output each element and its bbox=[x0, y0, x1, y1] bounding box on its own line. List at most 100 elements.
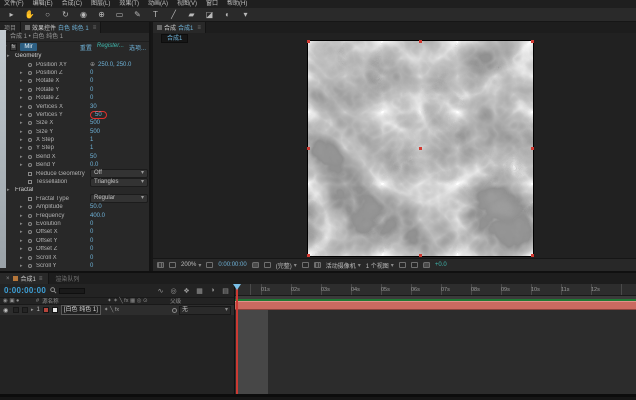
grid-options-icon[interactable] bbox=[157, 262, 164, 268]
effect-parameter-row[interactable]: ▸ Fractal Type Regular bbox=[0, 194, 149, 204]
stopwatch-icon[interactable] bbox=[28, 154, 36, 159]
parameter-value[interactable]: 0.0 bbox=[90, 162, 98, 168]
layer-handle[interactable] bbox=[307, 254, 310, 257]
stopwatch-icon[interactable] bbox=[28, 180, 36, 185]
reset-exposure-icon[interactable] bbox=[422, 262, 430, 268]
layer-handle[interactable] bbox=[419, 40, 422, 43]
timeline-search[interactable] bbox=[50, 287, 86, 294]
parameter-value[interactable]: 30 bbox=[90, 104, 97, 110]
roto-brush-tool-icon[interactable]: ◐ bbox=[222, 10, 233, 19]
view-dropdown[interactable]: 活动摄像机 bbox=[326, 261, 361, 270]
show-channel-icon[interactable] bbox=[263, 262, 271, 268]
parameter-value[interactable]: 50 bbox=[90, 154, 97, 160]
tab-composition[interactable]: 合成 合成1 ≡ bbox=[153, 22, 206, 33]
panel-menu-icon[interactable]: ≡ bbox=[39, 276, 43, 282]
timeline-toggle-icon[interactable]: ∿ bbox=[156, 287, 165, 295]
work-area-green-bar[interactable] bbox=[235, 299, 636, 301]
effect-header[interactable]: ▾ fx Mir 重置 Register... 选项... bbox=[0, 42, 149, 52]
twirl-icon[interactable]: ▸ bbox=[20, 145, 28, 151]
stopwatch-icon[interactable] bbox=[28, 230, 36, 235]
fast-previews-icon[interactable] bbox=[410, 262, 418, 268]
time-ruler[interactable]: 01s 02s 03s 04s 05s 06s 07s 08s 09s 10s 11s 12s bbox=[235, 284, 636, 296]
parameter-value[interactable]: 0 bbox=[90, 255, 93, 261]
tab-effect-controls[interactable]: 效果控件 白色 纯色 1 ≡ bbox=[21, 22, 102, 33]
stopwatch-icon[interactable] bbox=[28, 70, 36, 75]
parameter-value[interactable]: 500 bbox=[90, 129, 100, 135]
layer-handle[interactable] bbox=[531, 254, 534, 257]
solid-color-swatch[interactable] bbox=[51, 307, 58, 313]
parameter-value[interactable]: Off bbox=[90, 169, 148, 179]
parameter-value[interactable]: 500 bbox=[90, 120, 100, 126]
lock-toggle[interactable] bbox=[22, 307, 28, 313]
stopwatch-icon[interactable] bbox=[28, 238, 36, 243]
menu-item[interactable]: 动画(A) bbox=[148, 0, 168, 8]
parameter-value[interactable]: Triangles bbox=[90, 177, 148, 187]
effect-parameter-row[interactable]: ▸ Y Step 1 bbox=[0, 144, 149, 152]
parameter-value[interactable]: 0 bbox=[90, 263, 93, 269]
twirl-icon[interactable]: ▸ bbox=[20, 229, 28, 235]
twirl-icon[interactable]: ▸ bbox=[20, 238, 28, 244]
twirl-icon[interactable]: ▸ bbox=[20, 70, 28, 76]
layer-handle[interactable] bbox=[307, 147, 310, 150]
effect-parameter-row[interactable]: ▸ Scroll Y 0 bbox=[0, 262, 149, 270]
effect-parameter-row[interactable]: ▸ Reduce Geometry Off bbox=[0, 169, 149, 179]
twirl-icon[interactable]: ▸ bbox=[20, 204, 28, 210]
orbit-camera-tool-icon[interactable]: ↻ bbox=[60, 10, 71, 19]
effect-parameter-row[interactable]: ▸ Frequency 400.0 bbox=[0, 211, 149, 219]
parameter-value[interactable]: 0 bbox=[90, 78, 93, 84]
viewer-tab[interactable]: 合成1 bbox=[161, 34, 189, 43]
panel-menu-icon[interactable]: ≡ bbox=[93, 25, 97, 31]
parameter-value[interactable]: 400.0 bbox=[90, 213, 105, 219]
parameter-value[interactable]: 0 bbox=[90, 229, 93, 235]
twirl-icon[interactable]: ▸ bbox=[20, 154, 28, 160]
stopwatch-icon[interactable] bbox=[28, 62, 36, 67]
mask-visibility-icon[interactable] bbox=[169, 262, 176, 268]
menu-item[interactable]: 视图(V) bbox=[177, 0, 197, 8]
effect-parameter-row[interactable]: ▸ Geometry bbox=[0, 52, 149, 60]
magnification-dropdown[interactable]: 200% bbox=[181, 262, 201, 269]
effect-parameter-row[interactable]: ▸ Size X 500 bbox=[0, 119, 149, 127]
stopwatch-icon[interactable] bbox=[28, 213, 36, 218]
stopwatch-icon[interactable] bbox=[28, 104, 36, 109]
eraser-tool-icon[interactable]: ◪ bbox=[204, 10, 215, 19]
audio-toggle[interactable] bbox=[13, 307, 19, 313]
parameter-value[interactable]: 0 bbox=[90, 221, 93, 227]
eye-icon[interactable]: ◉ bbox=[3, 307, 10, 314]
layer-handle[interactable] bbox=[531, 40, 534, 43]
tab-render-queue[interactable]: 渲染队列 bbox=[49, 273, 85, 284]
twirl-icon[interactable]: ▸ bbox=[7, 53, 15, 59]
layer-anchor-point[interactable] bbox=[419, 147, 422, 150]
stopwatch-icon[interactable] bbox=[28, 171, 36, 176]
effect-parameter-row[interactable]: ▸ Offset X 0 bbox=[0, 228, 149, 236]
stopwatch-icon[interactable] bbox=[28, 247, 36, 252]
menu-item[interactable]: 图层(L) bbox=[91, 0, 110, 8]
stopwatch-icon[interactable] bbox=[28, 163, 36, 168]
stopwatch-icon[interactable] bbox=[28, 196, 36, 201]
parameter-value[interactable]: 0 bbox=[90, 95, 93, 101]
work-area-bar[interactable] bbox=[235, 296, 636, 301]
parent-dropdown[interactable]: 无 bbox=[179, 305, 231, 315]
menu-item[interactable]: 帮助(H) bbox=[227, 0, 247, 8]
transparency-grid-icon[interactable] bbox=[313, 262, 321, 268]
menu-item[interactable]: 编辑(E) bbox=[33, 0, 53, 8]
effect-parameter-row[interactable]: ▸ Rotate X 0 bbox=[0, 77, 149, 85]
zoom-tool-icon[interactable]: ○ bbox=[42, 10, 53, 19]
parameter-value[interactable]: 0 bbox=[90, 238, 93, 244]
layer-handle[interactable] bbox=[307, 40, 310, 43]
effect-parameter-row[interactable]: ▸ Tessellation Triangles bbox=[0, 177, 149, 187]
twirl-icon[interactable]: ▸ bbox=[20, 246, 28, 252]
effect-parameter-row[interactable]: ▸ X Step 1 bbox=[0, 136, 149, 144]
layer-switches[interactable]: ✦ ╲ fx bbox=[104, 307, 144, 313]
effect-parameter-row[interactable]: ▸ Vertices Y 50 bbox=[0, 110, 149, 119]
current-time-display[interactable]: 0:00:00:00 bbox=[4, 286, 46, 295]
shape-tool-icon[interactable]: ▭ bbox=[114, 10, 125, 19]
close-icon[interactable]: × bbox=[6, 276, 10, 282]
timeline-toggle-icon[interactable]: ▦ bbox=[195, 287, 204, 295]
layer-twirl-icon[interactable]: ▸ bbox=[31, 307, 34, 313]
layer-label-swatch[interactable] bbox=[42, 307, 49, 313]
panel-menu-icon[interactable]: ≡ bbox=[197, 25, 201, 31]
twirl-icon[interactable]: ▸ bbox=[20, 95, 28, 101]
twirl-icon[interactable]: ▸ bbox=[20, 120, 28, 126]
options-link[interactable]: 选项... bbox=[129, 43, 146, 52]
effect-parameter-row[interactable]: ▸ Amplitude 50.0 bbox=[0, 203, 149, 211]
